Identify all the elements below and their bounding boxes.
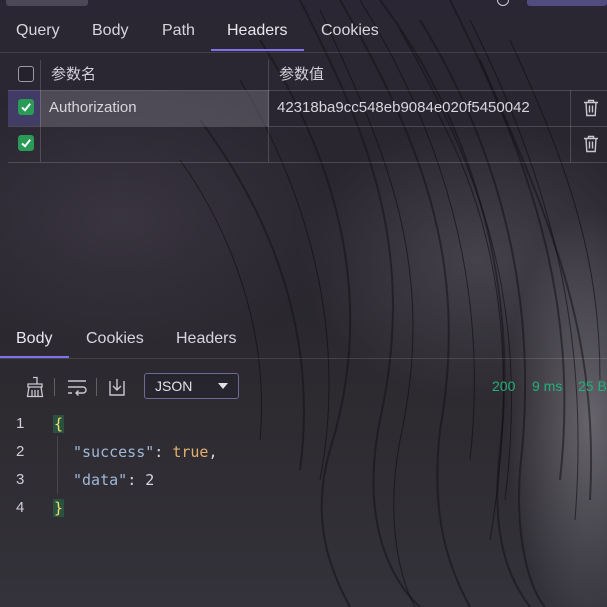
tab-cookies[interactable]: Cookies [321, 12, 379, 50]
active-response-tab-indicator [0, 356, 69, 358]
response-time: 9 ms [532, 378, 563, 394]
header-value-input[interactable]: 42318ba9cc548eb9084e020f5450042 [277, 90, 530, 126]
tab-body[interactable]: Body [92, 12, 128, 50]
response-size: 25 B [578, 378, 607, 394]
code-line: 2 "success": true, [0, 438, 607, 466]
top-strip [0, 0, 607, 8]
format-select-value: JSON [155, 378, 193, 394]
wrap-lines-icon[interactable] [66, 376, 88, 398]
row-checkbox[interactable] [18, 99, 34, 115]
active-tab-indicator [211, 49, 304, 51]
open-brace: { [53, 415, 65, 433]
tab-path[interactable]: Path [162, 12, 195, 50]
code-line: 1 { [0, 410, 607, 438]
broom-icon[interactable] [24, 376, 46, 398]
line-number: 2 [16, 443, 25, 460]
json-key: "success" [73, 443, 155, 461]
response-tab-body[interactable]: Body [16, 320, 52, 358]
line-number: 3 [16, 471, 25, 488]
partial-tab[interactable] [6, 0, 88, 6]
line-number: 1 [16, 415, 25, 432]
select-all-checkbox[interactable] [18, 66, 34, 82]
trash-icon[interactable] [583, 99, 599, 122]
row-checkbox[interactable] [18, 135, 34, 151]
column-header-value: 参数值 [279, 66, 325, 83]
column-header-name: 参数名 [51, 66, 97, 83]
json-key: "data" [73, 471, 128, 489]
response-tabs: Body Cookies Headers [0, 320, 607, 359]
header-name-input[interactable]: Authorization [49, 90, 137, 126]
partial-icon [497, 0, 509, 6]
trash-icon[interactable] [583, 135, 599, 158]
close-brace: } [53, 499, 65, 517]
table-row: Authorization 42318ba9cc548eb9084e020f54… [8, 90, 607, 127]
download-icon[interactable] [106, 376, 128, 398]
table-row [8, 126, 607, 163]
json-colon: : [127, 471, 146, 489]
json-value: true [172, 443, 209, 461]
chevron-down-icon [218, 383, 228, 389]
response-tab-headers[interactable]: Headers [176, 320, 236, 358]
response-tab-cookies[interactable]: Cookies [86, 320, 144, 358]
code-line: 4 } [0, 494, 607, 522]
format-select[interactable]: JSON [144, 373, 239, 399]
tab-query[interactable]: Query [16, 12, 60, 50]
request-tabs: Query Body Path Headers Cookies [0, 12, 607, 53]
json-comma: , [208, 443, 218, 461]
partial-button[interactable] [527, 0, 607, 6]
status-code: 200 [492, 378, 516, 394]
json-value: 2 [145, 471, 155, 489]
code-line: 3 "data": 2 [0, 466, 607, 494]
table-header-row: 参数名 参数值 [8, 60, 607, 91]
tab-headers[interactable]: Headers [227, 12, 287, 50]
json-colon: : [154, 443, 173, 461]
line-number: 4 [16, 499, 25, 516]
response-toolbar: JSON 200 9 ms 25 B [0, 370, 607, 404]
